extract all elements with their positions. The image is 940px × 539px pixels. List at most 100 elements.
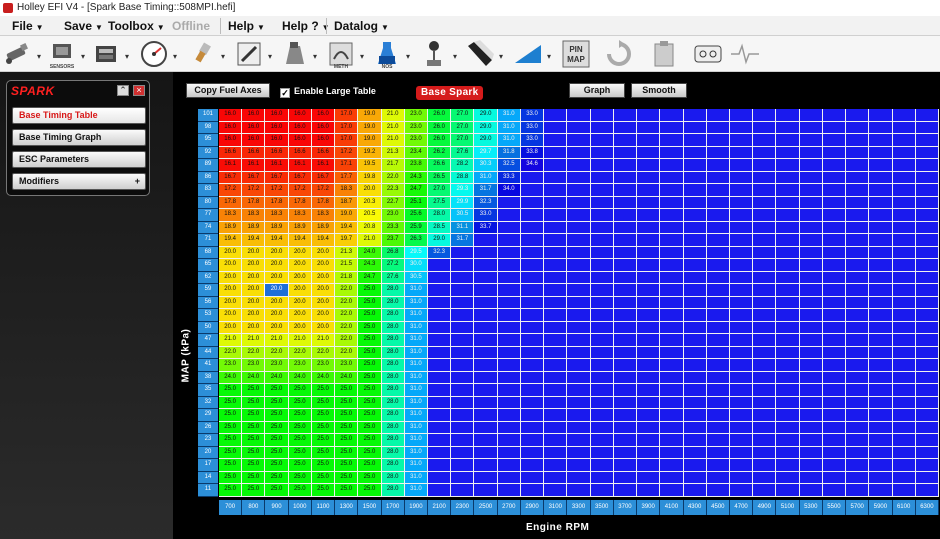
timing-cell[interactable] xyxy=(497,484,521,497)
timing-cell[interactable] xyxy=(822,209,847,222)
timing-cell[interactable] xyxy=(683,409,707,422)
map-axis-cell[interactable]: 80 xyxy=(198,196,218,210)
timing-cell[interactable] xyxy=(915,296,939,310)
timing-cell[interactable]: 28.5 xyxy=(428,221,452,235)
timing-cell[interactable] xyxy=(753,259,777,272)
timing-cell[interactable] xyxy=(753,471,777,485)
timing-cell[interactable]: 16.0 xyxy=(288,134,312,147)
timing-cell[interactable]: 20.0 xyxy=(311,271,336,285)
timing-cell[interactable] xyxy=(869,146,893,160)
timing-cell[interactable] xyxy=(683,134,707,147)
timing-cell[interactable]: 22.0 xyxy=(219,346,243,360)
timing-cell[interactable] xyxy=(428,296,452,310)
timing-cell[interactable] xyxy=(660,296,684,310)
timing-cell[interactable]: 30.0 xyxy=(404,259,429,272)
rpm-axis-cell[interactable]: 900 xyxy=(265,500,289,515)
timing-cell[interactable] xyxy=(729,346,754,360)
timing-cell[interactable] xyxy=(451,421,475,435)
timing-cell[interactable] xyxy=(660,371,684,385)
timing-cell[interactable] xyxy=(822,109,847,122)
timing-cell[interactable]: 28.0 xyxy=(381,434,405,447)
timing-cell[interactable] xyxy=(590,309,614,322)
timing-cell[interactable] xyxy=(822,309,847,322)
timing-cell[interactable] xyxy=(776,334,800,347)
timing-cell[interactable] xyxy=(660,196,684,210)
timing-cell[interactable] xyxy=(706,209,730,222)
dropdown-caret-icon[interactable]: ▾ xyxy=(173,52,177,61)
timing-cell[interactable] xyxy=(497,346,521,360)
map-axis-cell[interactable]: 101 xyxy=(198,109,218,122)
timing-cell[interactable]: 17.8 xyxy=(242,196,266,210)
timing-cell[interactable] xyxy=(497,371,521,385)
timing-cell[interactable] xyxy=(846,434,870,447)
timing-cell[interactable]: 33.0 xyxy=(520,121,545,135)
timing-cell[interactable]: 23.3 xyxy=(381,221,405,235)
timing-cell[interactable]: 16.0 xyxy=(219,121,243,135)
timing-cell[interactable] xyxy=(683,121,707,135)
timing-cell[interactable]: 16.7 xyxy=(288,171,312,185)
timing-cell[interactable]: 16.0 xyxy=(219,109,243,122)
timing-cell[interactable] xyxy=(706,109,730,122)
timing-cell[interactable] xyxy=(776,196,800,210)
timing-cell[interactable] xyxy=(520,171,545,185)
timing-cell[interactable] xyxy=(729,409,754,422)
timing-cell[interactable] xyxy=(753,184,777,197)
timing-cell[interactable]: 25.0 xyxy=(288,484,312,497)
timing-cell[interactable]: 31.0 xyxy=(497,121,521,135)
timing-cell[interactable] xyxy=(613,246,638,260)
timing-cell[interactable] xyxy=(753,359,777,372)
timing-cell[interactable]: 19.2 xyxy=(358,146,382,160)
rpm-axis-cell[interactable]: 4700 xyxy=(730,500,754,515)
timing-cell[interactable] xyxy=(567,459,591,472)
timing-cell[interactable] xyxy=(590,484,614,497)
timing-cell[interactable] xyxy=(474,259,498,272)
timing-cell[interactable]: 31.0 xyxy=(404,284,429,297)
timing-cell[interactable] xyxy=(637,446,661,460)
map-axis-cell[interactable]: 95 xyxy=(198,134,218,147)
timing-cell[interactable]: 23.0 xyxy=(265,359,289,372)
timing-cell[interactable] xyxy=(776,371,800,385)
timing-cell[interactable] xyxy=(474,471,498,485)
timing-cell[interactable] xyxy=(892,396,916,410)
timing-cell[interactable] xyxy=(706,134,730,147)
timing-cell[interactable]: 18.3 xyxy=(265,209,289,222)
timing-cell[interactable]: 25.0 xyxy=(242,421,266,435)
timing-cell[interactable] xyxy=(799,109,823,122)
timing-cell[interactable] xyxy=(915,121,939,135)
timing-cell[interactable]: 17.8 xyxy=(265,196,289,210)
timing-cell[interactable] xyxy=(799,359,823,372)
timing-cell[interactable] xyxy=(915,321,939,335)
timing-cell[interactable] xyxy=(799,459,823,472)
timing-cell[interactable] xyxy=(660,209,684,222)
timing-cell[interactable] xyxy=(544,421,568,435)
timing-cell[interactable] xyxy=(892,271,916,285)
timing-cell[interactable] xyxy=(567,446,591,460)
timing-cell[interactable]: 20.0 xyxy=(311,321,336,335)
map-axis-cell[interactable]: 47 xyxy=(198,334,218,347)
timing-cell[interactable] xyxy=(567,121,591,135)
timing-cell[interactable] xyxy=(892,434,916,447)
timing-cell[interactable] xyxy=(683,209,707,222)
timing-cell[interactable] xyxy=(869,384,893,397)
rpm-axis-cell[interactable]: 1100 xyxy=(312,500,336,515)
timing-cell[interactable] xyxy=(520,471,545,485)
timing-cell[interactable] xyxy=(729,284,754,297)
timing-cell[interactable] xyxy=(497,471,521,485)
timing-cell[interactable] xyxy=(729,321,754,335)
timing-cell[interactable]: 18.9 xyxy=(219,221,243,235)
timing-cell[interactable] xyxy=(613,459,638,472)
timing-cell[interactable] xyxy=(753,434,777,447)
ecu-tool-button[interactable]: ▾ xyxy=(90,39,129,69)
timing-cell[interactable]: 25.0 xyxy=(335,409,359,422)
timing-cell[interactable] xyxy=(729,146,754,160)
timing-cell[interactable] xyxy=(822,271,847,285)
timing-cell[interactable] xyxy=(706,409,730,422)
timing-cell[interactable] xyxy=(915,334,939,347)
rpm-axis-cell[interactable]: 1900 xyxy=(405,500,429,515)
timing-cell[interactable] xyxy=(729,196,754,210)
timing-cell[interactable] xyxy=(799,284,823,297)
timing-cell[interactable] xyxy=(846,184,870,197)
timing-cell[interactable]: 19.0 xyxy=(358,109,382,122)
timing-cell[interactable] xyxy=(869,184,893,197)
timing-cell[interactable] xyxy=(497,209,521,222)
